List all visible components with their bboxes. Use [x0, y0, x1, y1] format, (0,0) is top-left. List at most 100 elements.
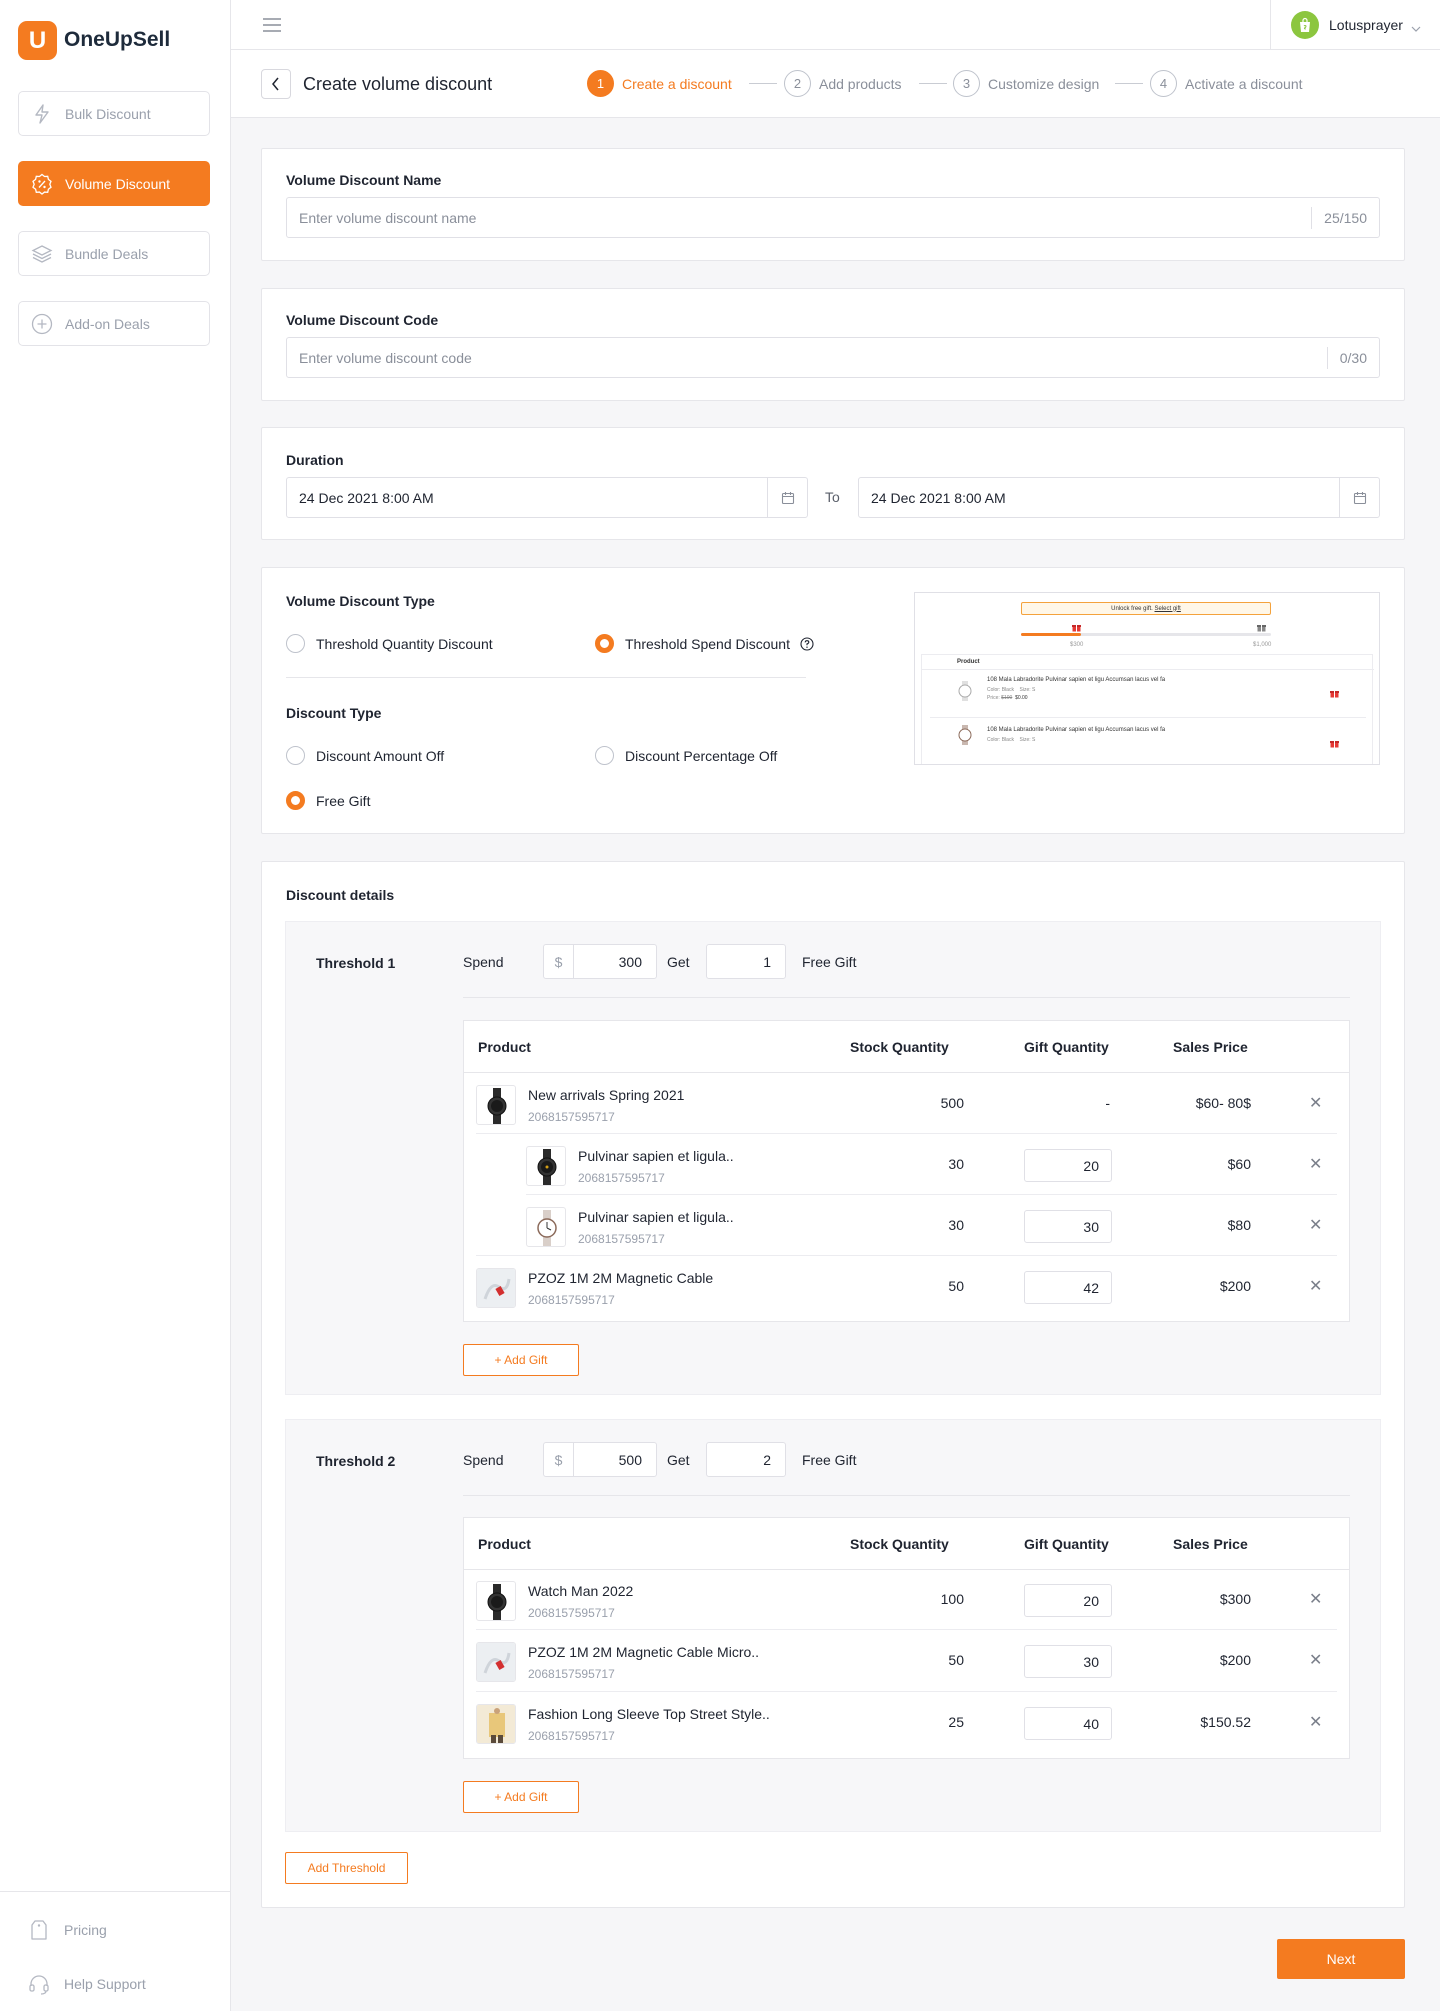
calendar-icon[interactable]: [1339, 478, 1379, 517]
gift-icon: [1330, 735, 1339, 752]
radio-circle: [286, 791, 305, 810]
chevron-left-icon: [272, 77, 279, 91]
end-date-value: 24 Dec 2021 8:00 AM: [871, 489, 1006, 506]
spend-input[interactable]: $ 300: [543, 944, 657, 979]
remove-icon[interactable]: ✕: [1309, 1093, 1322, 1113]
step-connector: [1115, 83, 1143, 84]
step-customize-design[interactable]: 3 Customize design: [953, 70, 1099, 97]
stock-quantity: 25: [948, 1714, 964, 1730]
column-header-product: Product: [478, 1039, 531, 1055]
add-gift-button[interactable]: + Add Gift: [463, 1781, 579, 1813]
step-create-discount[interactable]: 1 Create a discount: [587, 70, 732, 97]
remove-icon[interactable]: ✕: [1309, 1215, 1322, 1235]
placeholder-text: Enter volume discount name: [299, 209, 477, 226]
gift-products-table: Product Stock Quantity Gift Quantity Sal…: [463, 1517, 1350, 1759]
product-name: Pulvinar sapien et ligula..: [578, 1148, 734, 1164]
stock-quantity: 50: [948, 1278, 964, 1294]
remove-icon[interactable]: ✕: [1309, 1589, 1322, 1609]
gift-quantity-input[interactable]: 30: [1024, 1645, 1112, 1678]
sidebar-item-bulk-discount[interactable]: Bulk Discount: [18, 91, 210, 136]
gift-quantity-input[interactable]: 42: [1024, 1271, 1112, 1304]
volume-discount-type-label: Volume Discount Type: [286, 593, 435, 609]
step-add-products[interactable]: 2 Add products: [784, 70, 902, 97]
sidebar-divider: [0, 1891, 231, 1892]
product-thumbnail: [476, 1581, 516, 1621]
back-button[interactable]: [261, 69, 291, 99]
preview-item-variant: Color: Black Size: S: [987, 737, 1035, 743]
sidebar-item-bundle-deals[interactable]: Bundle Deals: [18, 231, 210, 276]
preview-item-new-price: $0.00: [1015, 695, 1028, 701]
preview-item-price-label: Price:: [987, 695, 1000, 701]
get-input[interactable]: 2: [706, 1442, 786, 1477]
radio-threshold-spend[interactable]: Threshold Spend Discount: [595, 634, 814, 653]
help-circle-icon[interactable]: [800, 636, 814, 651]
step-activate-discount[interactable]: 4 Activate a discount: [1150, 70, 1303, 97]
product-sku: 2068157595717: [528, 1293, 615, 1307]
radio-free-gift[interactable]: Free Gift: [286, 791, 370, 810]
discount-code-input[interactable]: Enter volume discount code 0/30: [286, 337, 1380, 378]
sidebar-item-label: Add-on Deals: [65, 315, 150, 332]
logo-icon: U: [18, 21, 57, 60]
hamburger-icon[interactable]: [262, 17, 282, 37]
end-date-input[interactable]: 24 Dec 2021 8:00 AM: [858, 477, 1380, 518]
calendar-icon[interactable]: [767, 478, 807, 517]
threshold-label: Threshold 2: [316, 1453, 396, 1469]
step-number: 3: [953, 70, 980, 97]
sidebar-item-pricing[interactable]: Pricing: [28, 1919, 107, 1941]
gift-quantity-input[interactable]: 20: [1024, 1149, 1112, 1182]
row-divider: [476, 1691, 1337, 1692]
radio-label: Discount Percentage Off: [625, 747, 778, 764]
remove-icon[interactable]: ✕: [1309, 1276, 1322, 1296]
free-gift-label: Free Gift: [802, 954, 857, 970]
get-input[interactable]: 1: [706, 944, 786, 979]
product-thumbnail: [476, 1642, 516, 1682]
radio-circle: [286, 634, 305, 653]
char-counter: 0/30: [1326, 347, 1379, 369]
start-date-input[interactable]: 24 Dec 2021 8:00 AM: [286, 477, 808, 518]
radio-percentage-off[interactable]: Discount Percentage Off: [595, 746, 777, 765]
product-name: Pulvinar sapien et ligula..: [578, 1209, 734, 1225]
gift-quantity-input[interactable]: 30: [1024, 1210, 1112, 1243]
sales-price: $60- 80$: [1195, 1095, 1251, 1111]
radio-circle: [595, 634, 614, 653]
remove-icon[interactable]: ✕: [1309, 1154, 1322, 1174]
char-counter: 25/150: [1311, 207, 1379, 229]
sidebar-item-add-on-deals[interactable]: Add-on Deals: [18, 301, 210, 346]
radio-threshold-quantity[interactable]: Threshold Quantity Discount: [286, 634, 493, 653]
product-name: Fashion Long Sleeve Top Street Style..: [528, 1706, 770, 1722]
add-threshold-button[interactable]: Add Threshold: [285, 1852, 408, 1884]
user-menu[interactable]: Lotusprayer: [1270, 0, 1440, 50]
sidebar-item-label: Volume Discount: [65, 175, 171, 192]
sidebar-item-help-support[interactable]: Help Support: [28, 1973, 146, 1995]
threshold-1-panel: Threshold 1 Spend $ 300 Get 1 Free Gift …: [285, 921, 1381, 1395]
divider: [286, 677, 806, 678]
product-sku: 2068157595717: [578, 1171, 665, 1185]
product-thumbnail: [476, 1704, 516, 1744]
sales-price: $300: [1219, 1591, 1251, 1607]
step-number: 4: [1150, 70, 1177, 97]
discount-name-input[interactable]: Enter volume discount name 25/150: [286, 197, 1380, 238]
watch-thumbnail: [955, 725, 975, 745]
to-label: To: [825, 489, 840, 505]
gift-quantity-input[interactable]: 20: [1024, 1584, 1112, 1617]
radio-label: Discount Amount Off: [316, 747, 445, 764]
stock-quantity: 30: [948, 1217, 964, 1233]
gift-quantity-input[interactable]: 40: [1024, 1707, 1112, 1740]
discount-name-label: Volume Discount Name: [286, 172, 442, 188]
preview-tick-min: $300: [1070, 642, 1084, 648]
sidebar-item-label: Help Support: [64, 1976, 146, 1992]
sidebar-item-volume-discount[interactable]: Volume Discount: [18, 161, 210, 206]
product-sku: 2068157595717: [578, 1232, 665, 1246]
remove-icon[interactable]: ✕: [1309, 1650, 1322, 1670]
row-divider: [476, 1629, 1337, 1630]
next-button[interactable]: Next: [1277, 1939, 1405, 1979]
threshold-2-panel: Threshold 2 Spend $ 500 Get 2 Free Gift …: [285, 1419, 1381, 1832]
row-divider: [476, 1255, 1337, 1256]
add-gift-button[interactable]: + Add Gift: [463, 1344, 579, 1376]
page-header: Create volume discount 1 Create a discou…: [231, 50, 1440, 118]
radio-amount-off[interactable]: Discount Amount Off: [286, 746, 444, 765]
sales-price: $150.52: [1200, 1714, 1251, 1730]
spend-input[interactable]: $ 500: [543, 1442, 657, 1477]
stock-quantity: 30: [948, 1156, 964, 1172]
remove-icon[interactable]: ✕: [1309, 1712, 1322, 1732]
